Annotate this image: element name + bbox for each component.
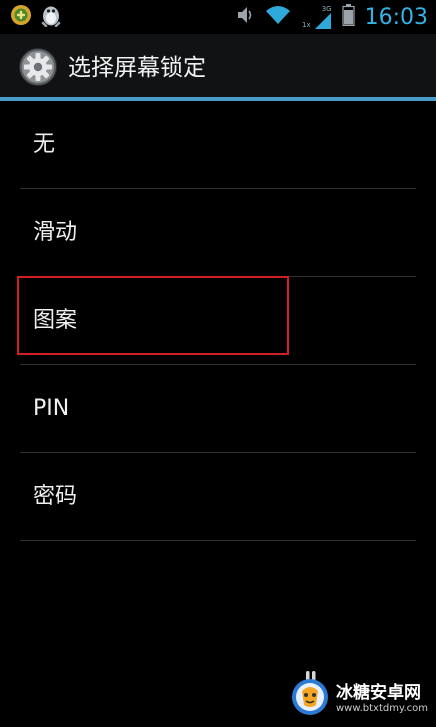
watermark-url: www.btxtdmy.com xyxy=(335,703,428,714)
watermark: 冰糖安卓网 www.btxtdmy.com xyxy=(290,677,428,721)
signal-bars-icon xyxy=(314,13,331,29)
watermark-logo-icon xyxy=(290,677,330,721)
settings-gear-icon[interactable] xyxy=(18,47,58,87)
screen: 3G 1x 16:03 选择屏幕锁定 无 滑动 图案 PIN 密码 冰糖安卓网 … xyxy=(0,0,436,727)
battery-icon xyxy=(341,4,355,30)
wifi-icon xyxy=(264,4,292,30)
screen-lock-options-list: 无 滑动 图案 PIN 密码 xyxy=(0,101,436,541)
option-pin[interactable]: PIN xyxy=(0,365,436,453)
option-pattern-label: 图案 xyxy=(33,308,78,333)
option-none-label: 无 xyxy=(33,132,56,157)
signal-icon: 3G 1x xyxy=(302,5,332,29)
option-slide-label: 滑动 xyxy=(33,220,78,245)
list-divider xyxy=(20,540,416,541)
volume-icon xyxy=(236,5,254,29)
option-slide[interactable]: 滑动 xyxy=(0,189,436,277)
option-password-label: 密码 xyxy=(33,484,78,509)
action-bar: 选择屏幕锁定 xyxy=(0,34,436,98)
notification-area[interactable] xyxy=(10,5,62,29)
qq-penguin-icon xyxy=(40,3,62,31)
network-alt-label: 1x xyxy=(301,21,311,29)
option-pin-label: PIN xyxy=(33,396,70,421)
option-none[interactable]: 无 xyxy=(0,101,436,189)
page-title: 选择屏幕锁定 xyxy=(68,55,206,81)
network-type-label: 3G xyxy=(321,5,332,13)
option-password[interactable]: 密码 xyxy=(0,453,436,541)
status-clock: 16:03 xyxy=(364,4,428,30)
watermark-text: 冰糖安卓网 xyxy=(335,683,421,703)
status-bar: 3G 1x 16:03 xyxy=(0,0,436,34)
option-pattern[interactable]: 图案 xyxy=(0,277,436,365)
app-notification-icon xyxy=(10,4,32,30)
